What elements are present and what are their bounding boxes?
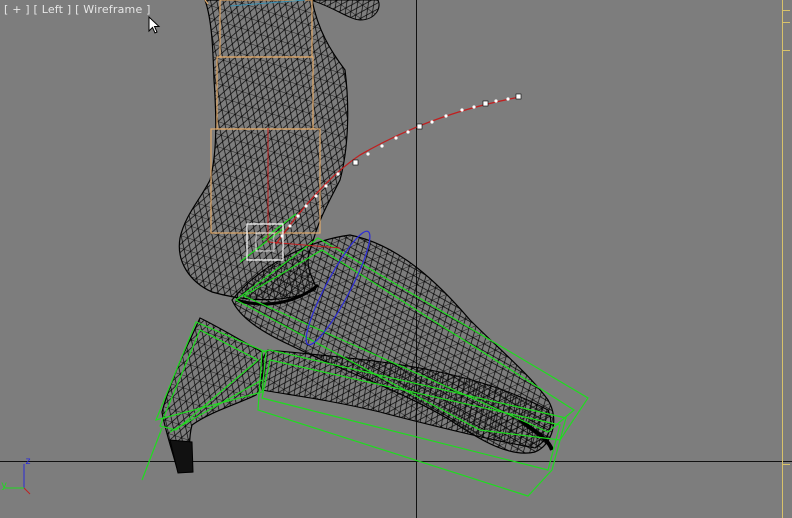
viewport-shading-menu[interactable]: [ Wireframe ]: [75, 3, 151, 16]
safe-frame-marker: [782, 0, 791, 518]
z-axis-label: z: [25, 456, 32, 467]
viewport-label-menu[interactable]: [ + ] [ Left ] [ Wireframe ]: [4, 3, 151, 16]
axis-tripod: z y: [0, 454, 40, 498]
scene-wireframe[interactable]: [0, 0, 792, 518]
arrow-cursor-icon: [148, 16, 161, 34]
left-viewport[interactable]: [ + ] [ Left ] [ Wireframe ] z y: [0, 0, 792, 518]
viewport-plus-menu[interactable]: [ + ]: [4, 3, 30, 16]
viewport-point-of-view-menu[interactable]: [ Left ]: [34, 3, 72, 16]
y-axis-label: y: [1, 480, 8, 491]
